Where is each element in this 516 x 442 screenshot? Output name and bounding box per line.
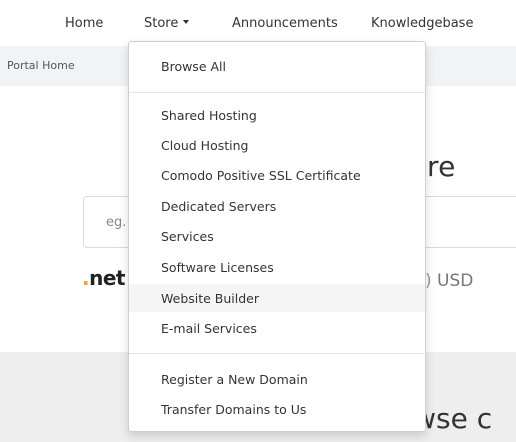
menu-item-label: E-mail Services (161, 321, 257, 336)
tld-logo: .net (82, 266, 125, 290)
menu-item-label: Browse All (161, 59, 226, 74)
menu-item-label: Transfer Domains to Us (161, 402, 307, 417)
menu-item-website-builder[interactable]: Website Builder (129, 284, 425, 312)
menu-item-label: Cloud Hosting (161, 138, 249, 153)
menu-item-software-licenses[interactable]: Software Licenses (129, 253, 425, 281)
menu-item-email-services[interactable]: E-mail Services (129, 314, 425, 342)
nav-announcements[interactable]: Announcements (232, 16, 338, 31)
menu-item-label: Shared Hosting (161, 108, 257, 123)
tld-price: ) USD (425, 271, 473, 291)
menu-item-label: Register a New Domain (161, 372, 308, 387)
menu-item-label: Software Licenses (161, 260, 274, 275)
menu-item-comodo-ssl[interactable]: Comodo Positive SSL Certificate (129, 161, 425, 189)
menu-divider (129, 353, 425, 354)
menu-item-label: Dedicated Servers (161, 199, 277, 214)
menu-item-cloud-hosting[interactable]: Cloud Hosting (129, 131, 425, 159)
caret-down-icon (183, 19, 190, 24)
menu-item-dedicated-servers[interactable]: Dedicated Servers (129, 192, 425, 220)
menu-item-register-domain[interactable]: Register a New Domain (129, 365, 425, 393)
breadcrumb-portal-home[interactable]: Portal Home (7, 59, 75, 72)
top-navigation: Home Store Announcements Knowledgebase (0, 0, 516, 46)
menu-item-browse-all[interactable]: Browse All (129, 52, 425, 80)
tld-logo-name: net (89, 266, 125, 290)
menu-item-shared-hosting[interactable]: Shared Hosting (129, 101, 425, 129)
store-dropdown-menu: Browse All Shared Hosting Cloud Hosting … (128, 41, 426, 432)
menu-item-label: Website Builder (161, 291, 260, 306)
menu-item-transfer-domains[interactable]: Transfer Domains to Us (129, 395, 425, 423)
menu-item-label: Services (161, 229, 214, 244)
menu-item-label: Comodo Positive SSL Certificate (161, 168, 361, 183)
nav-store-label: Store (144, 16, 179, 31)
tld-price-currency: USD (437, 271, 474, 291)
nav-knowledgebase[interactable]: Knowledgebase (371, 16, 473, 31)
search-placeholder: eg. (106, 215, 127, 230)
menu-divider (129, 92, 425, 93)
page: Home Store Announcements Knowledgebase P… (0, 0, 516, 442)
nav-home[interactable]: Home (65, 16, 103, 31)
menu-item-services[interactable]: Services (129, 222, 425, 250)
nav-store[interactable]: Store (144, 16, 190, 31)
